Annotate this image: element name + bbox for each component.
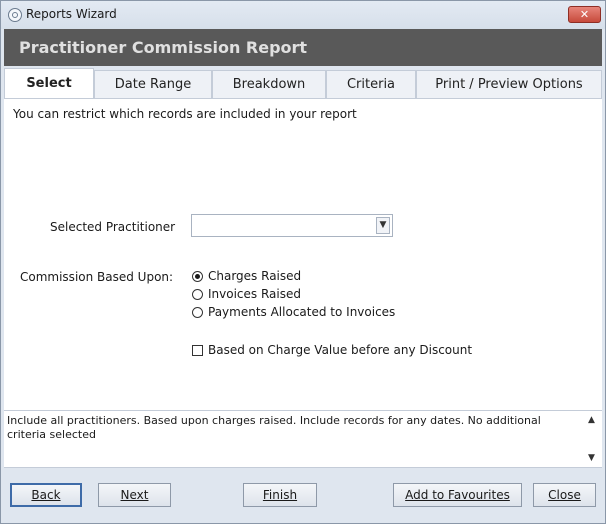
radio-invoices-raised[interactable]: Invoices Raised	[192, 285, 301, 303]
chevron-down-icon[interactable]: ▼	[376, 217, 390, 234]
title-bar: Reports Wizard ✕	[1, 1, 605, 29]
intro-text: You can restrict which records are inclu…	[13, 107, 357, 121]
radio-label: Charges Raised	[208, 269, 302, 283]
report-header: Practitioner Commission Report	[4, 29, 602, 66]
select-panel: You can restrict which records are inclu…	[4, 98, 602, 410]
practitioner-label: Selected Practitioner	[50, 220, 176, 234]
back-button[interactable]: Back	[10, 483, 82, 507]
tab-select[interactable]: Select	[4, 68, 94, 99]
summary-box[interactable]: Include all practitioners. Based upon ch…	[4, 410, 602, 468]
next-button[interactable]: Next	[98, 483, 171, 507]
radio-label: Payments Allocated to Invoices	[208, 305, 396, 319]
radio-unchecked-icon[interactable]	[192, 288, 203, 300]
discount-checkbox-row[interactable]: Based on Charge Value before any Discoun…	[192, 341, 472, 359]
tab-criteria[interactable]: Criteria	[326, 70, 416, 98]
app-icon	[8, 8, 22, 22]
close-button-label: Close	[548, 488, 581, 502]
wizard-tabs: Select Date Range Breakdown Criteria Pri…	[4, 68, 602, 99]
scroll-down-icon[interactable]: ▼	[588, 453, 595, 463]
report-title: Practitioner Commission Report	[19, 38, 308, 57]
tab-breakdown[interactable]: Breakdown	[212, 70, 326, 98]
reports-wizard-window: Reports Wizard ✕ Practitioner Commission…	[0, 0, 606, 524]
radio-payments-allocated[interactable]: Payments Allocated to Invoices	[192, 303, 395, 321]
next-button-label: Next	[120, 488, 149, 502]
discount-checkbox[interactable]	[192, 344, 203, 356]
window-title: Reports Wizard	[26, 7, 117, 21]
back-button-label: Back	[31, 488, 61, 502]
add-to-favourites-button[interactable]: Add to Favourites	[393, 483, 522, 507]
discount-checkbox-label: Based on Charge Value before any Discoun…	[208, 343, 473, 357]
radio-unchecked-icon[interactable]	[192, 306, 203, 318]
close-button[interactable]: Close	[533, 483, 596, 507]
radio-label: Invoices Raised	[208, 287, 301, 301]
window-close-button[interactable]: ✕	[568, 6, 601, 23]
scroll-up-icon[interactable]: ▲	[588, 415, 595, 425]
finish-button[interactable]: Finish	[243, 483, 317, 507]
finish-button-label: Finish	[262, 488, 298, 502]
tab-print-preview-options[interactable]: Print / Preview Options	[416, 70, 602, 98]
commission-label: Commission Based Upon:	[20, 270, 174, 284]
radio-charges-raised[interactable]: Charges Raised	[192, 267, 301, 285]
tab-date-range[interactable]: Date Range	[94, 70, 212, 98]
favourites-button-label: Add to Favourites	[405, 488, 510, 502]
practitioner-select[interactable]: ▼	[191, 214, 393, 237]
radio-checked-icon[interactable]	[192, 270, 203, 282]
summary-text: Include all practitioners. Based upon ch…	[7, 414, 541, 441]
